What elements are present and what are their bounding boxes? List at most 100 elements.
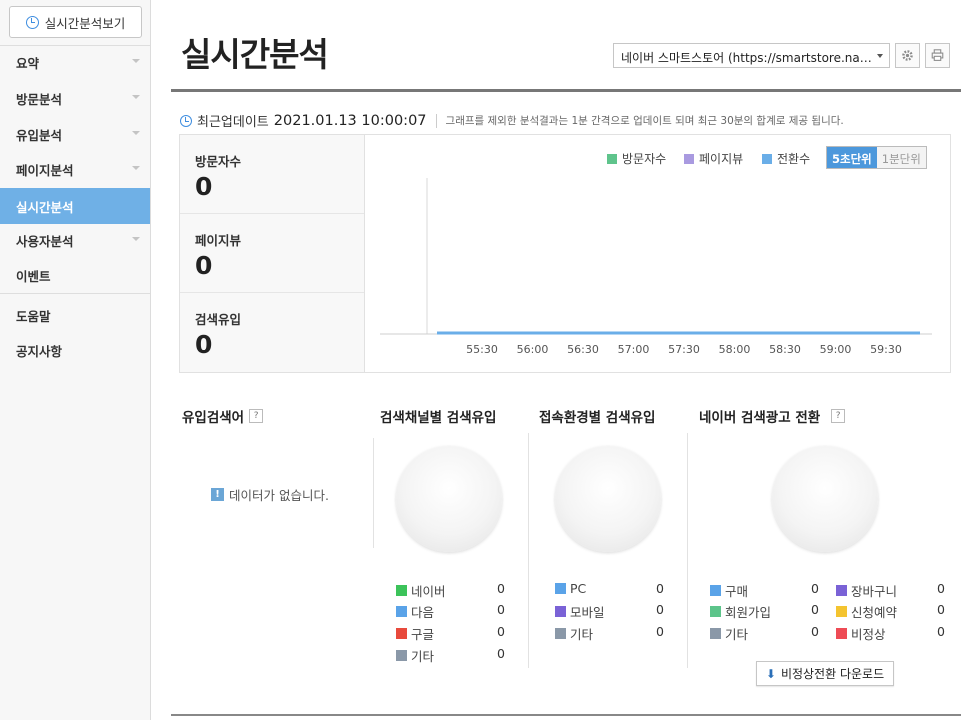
legend-visitors[interactable]: 방문자수 <box>607 150 666 167</box>
footer-divider <box>171 714 961 716</box>
env-section-title: 접속환경별 검색유입 <box>539 406 655 426</box>
stat-search-inflow: 검색유입 0 <box>180 293 364 372</box>
legend-label: 기타 <box>725 627 749 642</box>
sidebar-item-realtime-analysis[interactable]: 실시간분석 <box>0 188 150 224</box>
stat-label: 방문자수 <box>195 154 242 169</box>
legend-label: 페이지뷰 <box>699 152 744 166</box>
sidebar-item-label: 도움말 <box>16 308 51 324</box>
legend-conversions[interactable]: 전환수 <box>762 150 810 167</box>
section-divider <box>687 433 688 668</box>
clock-icon <box>180 114 192 127</box>
legend-swatch <box>710 585 721 596</box>
sidebar-item-label: 방문분석 <box>16 91 63 107</box>
legend-value: 0 <box>497 646 505 661</box>
legend-pageviews[interactable]: 페이지뷰 <box>684 150 743 167</box>
print-icon <box>931 49 944 61</box>
legend-label: 회원가입 <box>725 605 772 620</box>
legend-label: 방문자수 <box>622 152 667 166</box>
chevron-down-icon <box>132 131 140 135</box>
update-datetime: 2021.01.13 10:00:07 <box>273 112 427 129</box>
abnormal-download-button[interactable]: ⬇ 비정상전환 다운로드 <box>756 661 894 686</box>
sidebar-item-events[interactable]: 이벤트 <box>0 257 150 293</box>
store-select[interactable]: 네이버 스마트스토어 (https://smartstore.na… <box>613 43 890 68</box>
realtime-view-button[interactable]: 실시간분석보기 <box>9 6 142 38</box>
stat-value: 0 <box>195 330 213 359</box>
sidebar-item-user-analysis[interactable]: 사용자분석 <box>0 222 150 258</box>
stat-pageviews: 페이지뷰 0 <box>180 214 364 293</box>
legend-value: 0 <box>811 602 819 617</box>
legend-label: 비정상 <box>851 627 886 642</box>
update-note: 그래프를 제외한 분석결과는 1분 간격으로 업데이트 되며 최근 30분의 합… <box>445 115 844 127</box>
legend-label: 구매 <box>725 584 749 599</box>
legend-swatch <box>710 606 721 617</box>
stats-column: 방문자수 0 페이지뷰 0 검색유입 0 <box>180 135 365 372</box>
sidebar-divider <box>0 293 150 294</box>
store-select-value: 네이버 스마트스토어 (https://smartstore.na… <box>621 51 872 65</box>
x-tick-label: 58:00 <box>719 343 751 356</box>
sidebar-item-label: 공지사항 <box>16 343 63 359</box>
legend-label: 구글 <box>411 627 435 642</box>
page-title: 실시간분석 <box>181 35 329 74</box>
section-divider <box>373 438 374 548</box>
legend-item-purchase: 구매 <box>710 581 748 600</box>
x-tick-label: 56:00 <box>517 343 549 356</box>
chevron-down-icon <box>132 59 140 63</box>
legend-item-signup: 회원가입 <box>710 602 771 621</box>
legend-value: 0 <box>656 581 664 596</box>
legend-item-pc: PC <box>555 581 586 596</box>
no-data-message: ! 데이터가 없습니다. <box>211 485 329 504</box>
legend-swatch <box>396 628 407 639</box>
legend-item-daum: 다음 <box>396 602 434 621</box>
download-label: 비정상전환 다운로드 <box>780 667 885 681</box>
print-button[interactable] <box>925 43 950 68</box>
legend-swatch <box>555 583 566 594</box>
legend-swatch <box>396 585 407 596</box>
sidebar-item-help[interactable]: 도움말 <box>0 297 150 333</box>
legend-item-other: 기타 <box>396 646 434 665</box>
unit-5sec-button[interactable]: 5초단위 <box>827 147 877 168</box>
settings-button[interactable] <box>895 43 920 68</box>
legend-label: 기타 <box>411 649 435 664</box>
keyword-section-title: 유입검색어 ? <box>182 406 264 426</box>
legend-item-google: 구글 <box>396 624 434 643</box>
sidebar-item-inflow-analysis[interactable]: 유입분석 <box>0 116 150 152</box>
legend-label: 모바일 <box>570 605 605 620</box>
divider <box>435 113 437 128</box>
sidebar-item-notices[interactable]: 공지사항 <box>0 332 150 368</box>
ads-section-title: 네이버 검색광고 전환 ? <box>699 406 846 426</box>
legend-label: PC <box>570 581 587 596</box>
legend-item-reservation: 신청예약 <box>836 602 897 621</box>
legend-value: 0 <box>656 624 664 639</box>
legend-label: 신청예약 <box>851 605 898 620</box>
sidebar-item-visit-analysis[interactable]: 방문분석 <box>0 80 150 116</box>
stat-visitors: 방문자수 0 <box>180 135 364 214</box>
sidebar-item-summary[interactable]: 요약 <box>0 44 150 80</box>
channel-pie-chart <box>396 446 502 552</box>
sidebar-item-label: 유입분석 <box>16 127 63 143</box>
legend-value: 0 <box>497 602 505 617</box>
help-icon[interactable]: ? <box>831 409 846 423</box>
tick-layer: 55:30 56:00 56:30 57:00 57:30 58:00 58:30 59:00… <box>466 343 902 356</box>
legend-swatch <box>684 153 694 164</box>
clock-icon <box>25 15 39 29</box>
sidebar-item-page-analysis[interactable]: 페이지분석 <box>0 151 150 187</box>
unit-1min-button[interactable]: 1분단위 <box>876 147 926 168</box>
legend-swatch <box>607 153 617 164</box>
info-icon: ! <box>211 488 224 501</box>
sidebar-item-label: 사용자분석 <box>16 233 74 249</box>
legend-swatch <box>836 628 847 639</box>
legend-label: 장바구니 <box>851 584 898 599</box>
legend-value: 0 <box>937 602 945 617</box>
sidebar-item-label: 실시간분석 <box>16 199 74 215</box>
legend-item-cart: 장바구니 <box>836 581 897 600</box>
legend-item-abnormal: 비정상 <box>836 624 886 643</box>
legend-swatch <box>396 606 407 617</box>
legend-item-naver: 네이버 <box>396 581 446 600</box>
section-title-text: 유입검색어 <box>182 410 245 426</box>
legend-value: 0 <box>937 624 945 639</box>
x-tick-label: 57:00 <box>618 343 650 356</box>
help-icon[interactable]: ? <box>249 409 264 423</box>
legend-label: 네이버 <box>411 584 446 599</box>
legend-label: 전환수 <box>777 152 811 166</box>
realtime-view-label: 실시간분석보기 <box>44 15 126 31</box>
